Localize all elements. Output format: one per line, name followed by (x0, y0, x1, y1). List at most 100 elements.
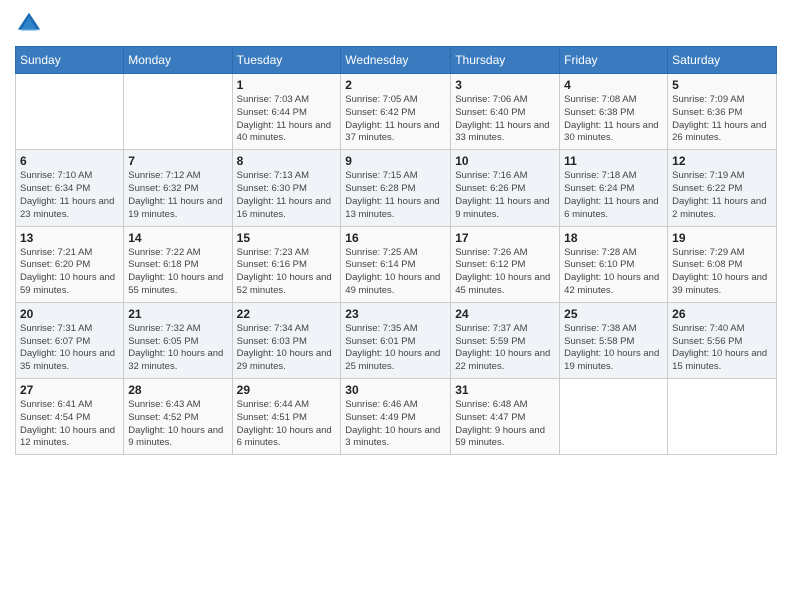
day-cell: 19 Sunrise: 7:29 AMSunset: 6:08 PMDayligh… (668, 226, 777, 302)
day-number: 28 (128, 383, 227, 397)
day-number: 2 (345, 78, 446, 92)
week-row-2: 6 Sunrise: 7:10 AMSunset: 6:34 PMDaylight… (16, 150, 777, 226)
day-number: 5 (672, 78, 772, 92)
day-cell: 3 Sunrise: 7:06 AMSunset: 6:40 PMDaylight… (451, 74, 560, 150)
calendar-table: SundayMondayTuesdayWednesdayThursdayFrid… (15, 46, 777, 455)
calendar-body: 1Sunrise: 7:03 AMSunset: 6:44 PMDaylight… (16, 74, 777, 455)
day-cell: 1Sunrise: 7:03 AMSunset: 6:44 PMDaylight… (232, 74, 341, 150)
day-cell: 24 Sunrise: 7:37 AMSunset: 5:59 PMDayligh… (451, 302, 560, 378)
day-info: Sunrise: 7:40 AMSunset: 5:56 PMDaylight:… (672, 323, 772, 374)
day-number: 3 (455, 78, 555, 92)
day-info: Sunrise: 6:46 AMSunset: 4:49 PMDaylight:… (345, 399, 446, 450)
day-cell: 5 Sunrise: 7:09 AMSunset: 6:36 PMDaylight… (668, 74, 777, 150)
page: SundayMondayTuesdayWednesdayThursdayFrid… (0, 0, 792, 612)
weekday-header-saturday: Saturday (668, 47, 777, 74)
day-cell: 10 Sunrise: 7:16 AMSunset: 6:26 PMDayligh… (451, 150, 560, 226)
day-number: 12 (672, 154, 772, 168)
day-cell: 8 Sunrise: 7:13 AMSunset: 6:30 PMDaylight… (232, 150, 341, 226)
day-info: Sunrise: 7:06 AMSunset: 6:40 PMDaylight:… (455, 94, 555, 145)
day-cell (560, 379, 668, 455)
week-row-1: 1Sunrise: 7:03 AMSunset: 6:44 PMDaylight… (16, 74, 777, 150)
day-number: 29 (237, 383, 337, 397)
day-number: 20 (20, 307, 119, 321)
day-info: Sunrise: 7:23 AMSunset: 6:16 PMDaylight:… (237, 247, 337, 298)
day-info: Sunrise: 7:13 AMSunset: 6:30 PMDaylight:… (237, 170, 337, 221)
day-number: 27 (20, 383, 119, 397)
weekday-header-wednesday: Wednesday (341, 47, 451, 74)
day-cell (16, 74, 124, 150)
day-info: Sunrise: 7:12 AMSunset: 6:32 PMDaylight:… (128, 170, 227, 221)
day-cell: 18 Sunrise: 7:28 AMSunset: 6:10 PMDayligh… (560, 226, 668, 302)
day-cell: 22 Sunrise: 7:34 AMSunset: 6:03 PMDayligh… (232, 302, 341, 378)
day-cell (124, 74, 232, 150)
day-number: 7 (128, 154, 227, 168)
day-cell: 27 Sunrise: 6:41 AMSunset: 4:54 PMDayligh… (16, 379, 124, 455)
day-info: Sunrise: 7:28 AMSunset: 6:10 PMDaylight:… (564, 247, 663, 298)
day-cell: 4Sunrise: 7:08 AMSunset: 6:38 PMDaylight… (560, 74, 668, 150)
day-info: Sunrise: 7:05 AMSunset: 6:42 PMDaylight:… (345, 94, 446, 145)
day-info: Sunrise: 7:10 AMSunset: 6:34 PMDaylight:… (20, 170, 119, 221)
day-cell: 2 Sunrise: 7:05 AMSunset: 6:42 PMDaylight… (341, 74, 451, 150)
day-number: 14 (128, 231, 227, 245)
day-info: Sunrise: 7:16 AMSunset: 6:26 PMDaylight:… (455, 170, 555, 221)
day-info: Sunrise: 7:19 AMSunset: 6:22 PMDaylight:… (672, 170, 772, 221)
day-cell (668, 379, 777, 455)
weekday-header-tuesday: Tuesday (232, 47, 341, 74)
day-info: Sunrise: 6:44 AMSunset: 4:51 PMDaylight:… (237, 399, 337, 450)
day-info: Sunrise: 6:41 AMSunset: 4:54 PMDaylight:… (20, 399, 119, 450)
day-info: Sunrise: 6:43 AMSunset: 4:52 PMDaylight:… (128, 399, 227, 450)
day-number: 13 (20, 231, 119, 245)
day-cell: 28 Sunrise: 6:43 AMSunset: 4:52 PMDayligh… (124, 379, 232, 455)
day-number: 11 (564, 154, 663, 168)
day-cell: 16 Sunrise: 7:25 AMSunset: 6:14 PMDayligh… (341, 226, 451, 302)
day-number: 6 (20, 154, 119, 168)
day-info: Sunrise: 7:29 AMSunset: 6:08 PMDaylight:… (672, 247, 772, 298)
day-number: 25 (564, 307, 663, 321)
day-info: Sunrise: 7:32 AMSunset: 6:05 PMDaylight:… (128, 323, 227, 374)
day-info: Sunrise: 7:37 AMSunset: 5:59 PMDaylight:… (455, 323, 555, 374)
day-cell: 15 Sunrise: 7:23 AMSunset: 6:16 PMDayligh… (232, 226, 341, 302)
week-row-5: 27 Sunrise: 6:41 AMSunset: 4:54 PMDayligh… (16, 379, 777, 455)
day-number: 21 (128, 307, 227, 321)
day-info: Sunrise: 7:31 AMSunset: 6:07 PMDaylight:… (20, 323, 119, 374)
day-info: Sunrise: 7:26 AMSunset: 6:12 PMDaylight:… (455, 247, 555, 298)
day-cell: 13 Sunrise: 7:21 AMSunset: 6:20 PMDayligh… (16, 226, 124, 302)
day-number: 26 (672, 307, 772, 321)
day-number: 9 (345, 154, 446, 168)
day-number: 31 (455, 383, 555, 397)
day-cell: 7 Sunrise: 7:12 AMSunset: 6:32 PMDaylight… (124, 150, 232, 226)
weekday-header-friday: Friday (560, 47, 668, 74)
day-number: 15 (237, 231, 337, 245)
day-info: Sunrise: 7:03 AMSunset: 6:44 PMDaylight:… (237, 94, 337, 145)
day-info: Sunrise: 7:18 AMSunset: 6:24 PMDaylight:… (564, 170, 663, 221)
day-number: 10 (455, 154, 555, 168)
logo (15, 10, 47, 38)
day-number: 30 (345, 383, 446, 397)
day-number: 24 (455, 307, 555, 321)
day-cell: 23 Sunrise: 7:35 AMSunset: 6:01 PMDayligh… (341, 302, 451, 378)
weekday-header-thursday: Thursday (451, 47, 560, 74)
day-number: 23 (345, 307, 446, 321)
day-cell: 20 Sunrise: 7:31 AMSunset: 6:07 PMDayligh… (16, 302, 124, 378)
day-number: 8 (237, 154, 337, 168)
day-number: 19 (672, 231, 772, 245)
day-number: 18 (564, 231, 663, 245)
calendar-header: SundayMondayTuesdayWednesdayThursdayFrid… (16, 47, 777, 74)
day-cell: 31Sunrise: 6:48 AMSunset: 4:47 PMDayligh… (451, 379, 560, 455)
day-cell: 9Sunrise: 7:15 AMSunset: 6:28 PMDaylight… (341, 150, 451, 226)
day-cell: 21 Sunrise: 7:32 AMSunset: 6:05 PMDayligh… (124, 302, 232, 378)
week-row-3: 13 Sunrise: 7:21 AMSunset: 6:20 PMDayligh… (16, 226, 777, 302)
day-number: 4 (564, 78, 663, 92)
day-info: Sunrise: 7:09 AMSunset: 6:36 PMDaylight:… (672, 94, 772, 145)
day-info: Sunrise: 7:34 AMSunset: 6:03 PMDaylight:… (237, 323, 337, 374)
day-info: Sunrise: 7:38 AMSunset: 5:58 PMDaylight:… (564, 323, 663, 374)
day-number: 22 (237, 307, 337, 321)
day-info: Sunrise: 7:22 AMSunset: 6:18 PMDaylight:… (128, 247, 227, 298)
day-info: Sunrise: 7:21 AMSunset: 6:20 PMDaylight:… (20, 247, 119, 298)
generalblue-icon (15, 10, 43, 38)
day-cell: 26 Sunrise: 7:40 AMSunset: 5:56 PMDayligh… (668, 302, 777, 378)
weekday-header-monday: Monday (124, 47, 232, 74)
day-info: Sunrise: 7:25 AMSunset: 6:14 PMDaylight:… (345, 247, 446, 298)
day-number: 16 (345, 231, 446, 245)
day-info: Sunrise: 7:35 AMSunset: 6:01 PMDaylight:… (345, 323, 446, 374)
